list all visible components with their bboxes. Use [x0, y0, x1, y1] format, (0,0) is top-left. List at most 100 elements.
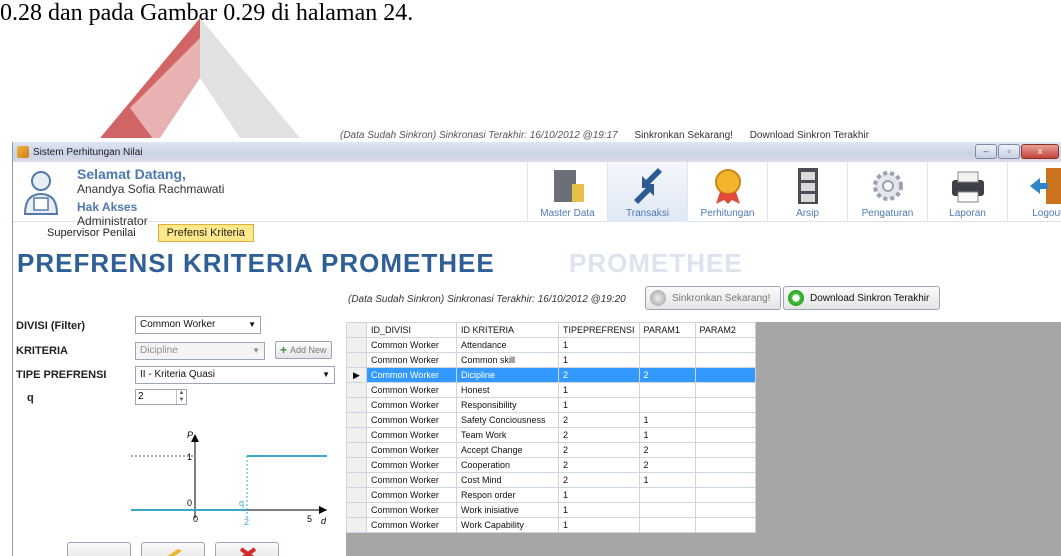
table-cell[interactable]: Common Worker	[366, 442, 457, 458]
table-cell[interactable]: 1	[558, 487, 640, 503]
table-cell[interactable]: 1	[638, 412, 696, 428]
stepper-arrows-icon[interactable]: ▲ ▼	[176, 390, 186, 404]
table-cell[interactable]: Honest	[456, 382, 559, 398]
table-cell[interactable]	[694, 502, 756, 518]
table-cell[interactable]: Common Worker	[366, 457, 457, 473]
download-sync-button[interactable]: Download Sinkron Terakhir	[783, 286, 941, 310]
row-header[interactable]: ▶	[346, 367, 367, 383]
table-cell[interactable]	[694, 367, 756, 383]
toolbar-transaksi[interactable]: Transaksi	[607, 162, 687, 222]
table-cell[interactable]: 1	[558, 502, 640, 518]
table-cell[interactable]: 2	[558, 457, 640, 473]
table-cell[interactable]: 1	[558, 337, 640, 353]
edit-button[interactable]	[141, 542, 205, 556]
table-cell[interactable]: Common Worker	[366, 352, 457, 368]
row-header[interactable]	[346, 502, 367, 518]
table-cell[interactable]: 2	[638, 367, 696, 383]
toolbar-pengaturan[interactable]: Pengaturan	[847, 162, 927, 222]
table-cell[interactable]: Common Worker	[366, 337, 457, 353]
table-row[interactable]: Common Worker Accept Change 2 2	[346, 442, 756, 458]
table-cell[interactable]	[694, 427, 756, 443]
table-cell[interactable]: Common skill	[456, 352, 559, 368]
table-cell[interactable]: 2	[558, 427, 640, 443]
add-new-button[interactable]: + Add New	[275, 341, 332, 359]
table-cell[interactable]: Dicipline	[456, 367, 559, 383]
table-cell[interactable]: 1	[558, 382, 640, 398]
column-header[interactable]: PARAM2	[694, 322, 756, 338]
table-cell[interactable]	[694, 472, 756, 488]
table-cell[interactable]: 1	[638, 427, 696, 443]
tipe-prefrensi-select[interactable]: II - Kriteria Quasi ▼	[135, 366, 335, 384]
table-cell[interactable]: 1	[638, 472, 696, 488]
toolbar-perhitungan[interactable]: Perhitungan	[687, 162, 767, 222]
table-cell[interactable]: Common Worker	[366, 517, 457, 533]
table-cell[interactable]	[694, 517, 756, 533]
table-row[interactable]: Common Worker Team Work 2 1	[346, 427, 756, 443]
table-cell[interactable]: 1	[558, 352, 640, 368]
column-header[interactable]: TIPEPREFRENSI	[558, 322, 640, 338]
table-cell[interactable]: Cost Mind	[456, 472, 559, 488]
row-header[interactable]	[346, 412, 367, 428]
row-header[interactable]	[346, 517, 367, 533]
q-stepper[interactable]: 2 ▲ ▼	[135, 389, 187, 405]
table-cell[interactable]: Common Worker	[366, 367, 457, 383]
table-cell[interactable]: Cooperation	[456, 457, 559, 473]
table-cell[interactable]	[638, 337, 696, 353]
delete-button[interactable]	[215, 542, 279, 556]
column-header[interactable]: ID_DIVISI	[366, 322, 457, 338]
table-row[interactable]: Common Worker Respon order 1	[346, 487, 756, 503]
sync-now-button[interactable]: Sinkronkan Sekarang!	[645, 286, 782, 310]
table-cell[interactable]	[638, 517, 696, 533]
table-row[interactable]: Common Worker Honest 1	[346, 382, 756, 398]
table-row[interactable]: Common Worker Common skill 1	[346, 352, 756, 368]
table-cell[interactable]: Common Worker	[366, 487, 457, 503]
table-cell[interactable]	[694, 352, 756, 368]
table-cell[interactable]	[694, 442, 756, 458]
table-cell[interactable]: Common Worker	[366, 382, 457, 398]
row-header[interactable]	[346, 382, 367, 398]
table-cell[interactable]: 2	[558, 367, 640, 383]
row-header[interactable]	[346, 337, 367, 353]
row-header[interactable]	[346, 352, 367, 368]
table-cell[interactable]	[638, 487, 696, 503]
table-cell[interactable]: 1	[558, 517, 640, 533]
table-cell[interactable]	[638, 397, 696, 413]
table-cell[interactable]	[638, 502, 696, 518]
table-row[interactable]: Common Worker Cost Mind 2 1	[346, 472, 756, 488]
row-header[interactable]	[346, 397, 367, 413]
table-cell[interactable]	[694, 487, 756, 503]
table-cell[interactable]: 2	[558, 472, 640, 488]
table-row[interactable]: Common Worker Attendance 1	[346, 337, 756, 353]
table-cell[interactable]	[638, 382, 696, 398]
table-row[interactable]: Common Worker Work Capability 1	[346, 517, 756, 533]
column-header[interactable]: ID KRITERIA	[456, 322, 559, 338]
table-cell[interactable]: Respon order	[456, 487, 559, 503]
save-button[interactable]	[67, 542, 131, 556]
table-cell[interactable]: Common Worker	[366, 397, 457, 413]
row-header[interactable]	[346, 487, 367, 503]
toolbar-logout[interactable]: Logout	[1007, 162, 1061, 222]
table-cell[interactable]	[694, 457, 756, 473]
row-header[interactable]	[346, 472, 367, 488]
table-row[interactable]: Common Worker Cooperation 2 2	[346, 457, 756, 473]
table-cell[interactable]: Team Work	[456, 427, 559, 443]
toolbar-laporan[interactable]: Laporan	[927, 162, 1007, 222]
minimize-button[interactable]: –	[975, 144, 997, 159]
table-cell[interactable]: Common Worker	[366, 502, 457, 518]
table-cell[interactable]: Safety Conciousness	[456, 412, 559, 428]
maximize-button[interactable]: ▫	[998, 144, 1020, 159]
table-cell[interactable]: Attendance	[456, 337, 559, 353]
table-cell[interactable]	[694, 337, 756, 353]
table-row[interactable]: Common Worker Work inisiative 1	[346, 502, 756, 518]
table-cell[interactable]: 2	[638, 442, 696, 458]
table-cell[interactable]: Work inisiative	[456, 502, 559, 518]
table-cell[interactable]: Common Worker	[366, 412, 457, 428]
table-cell[interactable]: Work Capability	[456, 517, 559, 533]
row-header[interactable]	[346, 442, 367, 458]
table-cell[interactable]: 2	[558, 412, 640, 428]
table-cell[interactable]: 1	[558, 397, 640, 413]
table-cell[interactable]	[694, 397, 756, 413]
table-row[interactable]: Common Worker Safety Conciousness 2 1	[346, 412, 756, 428]
column-header[interactable]: PARAM1	[638, 322, 696, 338]
table-cell[interactable]	[694, 382, 756, 398]
